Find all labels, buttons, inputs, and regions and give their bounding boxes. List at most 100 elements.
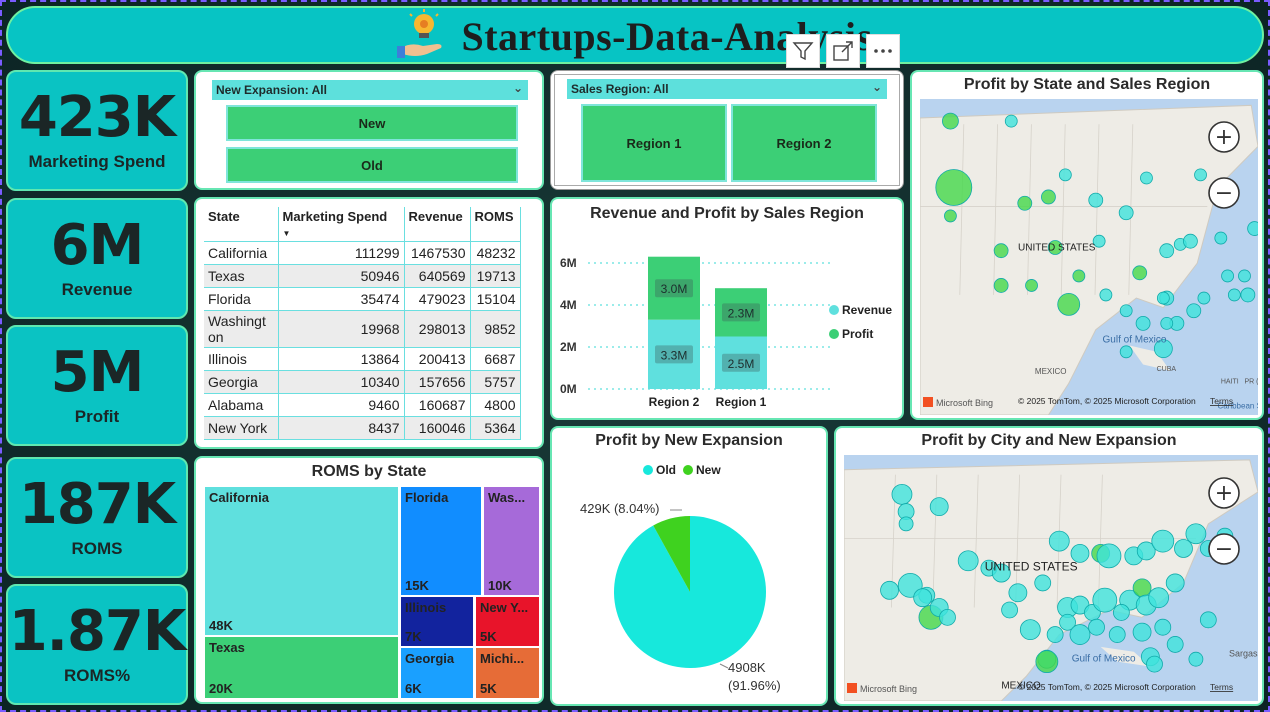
slicer-option-region-2[interactable]: Region 2 [731,104,877,182]
treemap-cell[interactable]: Illinois 7K [400,596,474,647]
map-bubble[interactable] [1008,583,1028,603]
map-bubble[interactable] [1019,619,1041,641]
map-bubble[interactable] [1240,287,1256,303]
map-bubble[interactable] [913,588,933,608]
map-bubble[interactable] [1135,315,1151,331]
filter-button[interactable] [786,34,820,68]
map-bubble[interactable] [1096,543,1122,569]
map-bubble[interactable] [1247,221,1262,236]
slicer-dropdown[interactable]: New Expansion: All ⌄ [212,80,528,100]
table-row[interactable]: Illinois 13864 200413 6687 [204,347,521,371]
map-bubble[interactable] [1132,622,1152,642]
map-bubble[interactable] [1166,636,1184,653]
map-city[interactable]: UNITED STATESGulf of MexicoMEXICOSargass… [843,455,1262,702]
treemap-cell[interactable]: Was... 10K [483,486,540,596]
slicer-option-old[interactable]: Old [226,147,518,183]
legend-label[interactable]: Old [656,463,676,477]
map-bubble[interactable] [1132,578,1152,598]
map-bubble[interactable] [1221,269,1234,283]
map-bubble[interactable] [1035,650,1059,674]
map-bubble[interactable] [1001,601,1019,619]
map-bubble[interactable] [1069,624,1091,645]
map-bubble[interactable] [1214,231,1228,245]
map-bubble[interactable] [1194,168,1207,182]
map-bubble[interactable] [1004,114,1018,128]
map-bubble[interactable] [1156,291,1170,305]
map-bubble[interactable] [939,608,956,626]
column-header-revenue[interactable]: Revenue [404,207,471,242]
map-state[interactable]: UNITED STATES Gulf of Mexico MEXICO CUBA HAI… [919,99,1262,416]
slicer-option-region-1[interactable]: Region 1 [581,104,727,182]
zoom-out-button[interactable]: − [1208,177,1240,209]
map-bubble[interactable] [1238,269,1251,283]
map-bubble[interactable] [1057,292,1081,316]
table-row[interactable]: California 111299 1467530 48232 [204,241,521,265]
table-row[interactable]: Washingt on 19968 298013 9852 [204,310,521,348]
legend-label[interactable]: Revenue [842,303,892,317]
map-bubble[interactable] [993,243,1009,259]
map-bubble[interactable] [891,483,913,505]
map-bubble[interactable] [1132,265,1148,281]
map-bubble[interactable] [1197,291,1211,305]
treemap-cell[interactable]: Michi... 5K [475,647,540,699]
map-bubble[interactable] [1174,539,1193,558]
map-bubble[interactable] [1017,195,1033,211]
map-bubble[interactable] [1151,529,1175,553]
map-bubble[interactable] [1046,626,1064,643]
map-bubble[interactable] [1048,530,1070,552]
focus-mode-button[interactable] [826,34,860,68]
map-bubble[interactable] [1165,573,1185,593]
map-bubble[interactable] [1199,611,1217,629]
slicer-dropdown[interactable]: Sales Region: All ⌄ [567,79,887,99]
map-bubble[interactable] [1088,618,1105,636]
map-bubble[interactable] [1159,243,1175,259]
treemap-cell[interactable]: Texas 20K [204,636,399,699]
treemap-cell[interactable]: Florida 15K [400,486,482,596]
map-bubble[interactable] [1154,618,1172,636]
map-bubble[interactable] [1185,523,1207,545]
map-bubble[interactable] [957,550,979,572]
table-row[interactable]: Georgia 10340 157656 5757 [204,370,521,394]
map-bubble[interactable] [935,169,973,206]
zoom-in-button[interactable]: + [1208,477,1240,509]
legend-label[interactable]: New [696,463,721,477]
map-bubble[interactable] [1188,651,1204,667]
terms-link[interactable]: Terms [1210,682,1233,692]
map-bubble[interactable] [944,209,957,223]
map-bubble[interactable] [942,112,959,130]
table-row[interactable]: New York 8437 160046 5364 [204,416,521,440]
map-bubble[interactable] [1227,288,1241,302]
map-bubble[interactable] [1140,171,1153,185]
map-bubble[interactable] [1041,189,1056,205]
map-bubble[interactable] [880,580,899,600]
column-header-roms[interactable]: ROMS [470,207,521,242]
map-bubble[interactable] [1119,345,1133,359]
slicer-option-new[interactable]: New [226,105,518,141]
more-options-button[interactable] [866,34,900,68]
map-bubble[interactable] [1025,279,1038,292]
treemap-cell[interactable]: New Y... 5K [475,596,540,647]
table-row[interactable]: Alabama 9460 160687 4800 [204,393,521,417]
map-bubble[interactable] [1088,192,1104,208]
treemap-cell[interactable]: California 48K [204,486,399,636]
map-bubble[interactable] [1186,303,1202,319]
treemap-cell[interactable]: Georgia 6K [400,647,474,699]
map-bubble[interactable] [898,516,914,532]
map-bubble[interactable] [1146,655,1163,673]
table-row[interactable]: Texas 50946 640569 19713 [204,264,521,288]
map-bubble[interactable] [993,278,1009,293]
map-bubble[interactable] [1148,587,1170,609]
map-bubble[interactable] [1160,316,1174,330]
map-bubble[interactable] [1072,269,1086,283]
legend-label[interactable]: Profit [842,327,873,341]
column-header-state[interactable]: State [204,207,279,242]
map-bubble[interactable] [1112,604,1130,621]
table-row[interactable]: Florida 35474 479023 15104 [204,287,521,311]
zoom-in-button[interactable]: + [1208,121,1240,153]
map-bubble[interactable] [1099,288,1113,302]
terms-link[interactable]: Terms [1210,396,1233,406]
map-bubble[interactable] [929,497,949,517]
zoom-out-button[interactable]: − [1208,533,1240,565]
map-bubble[interactable] [1119,304,1133,318]
map-bubble[interactable] [1118,205,1134,221]
